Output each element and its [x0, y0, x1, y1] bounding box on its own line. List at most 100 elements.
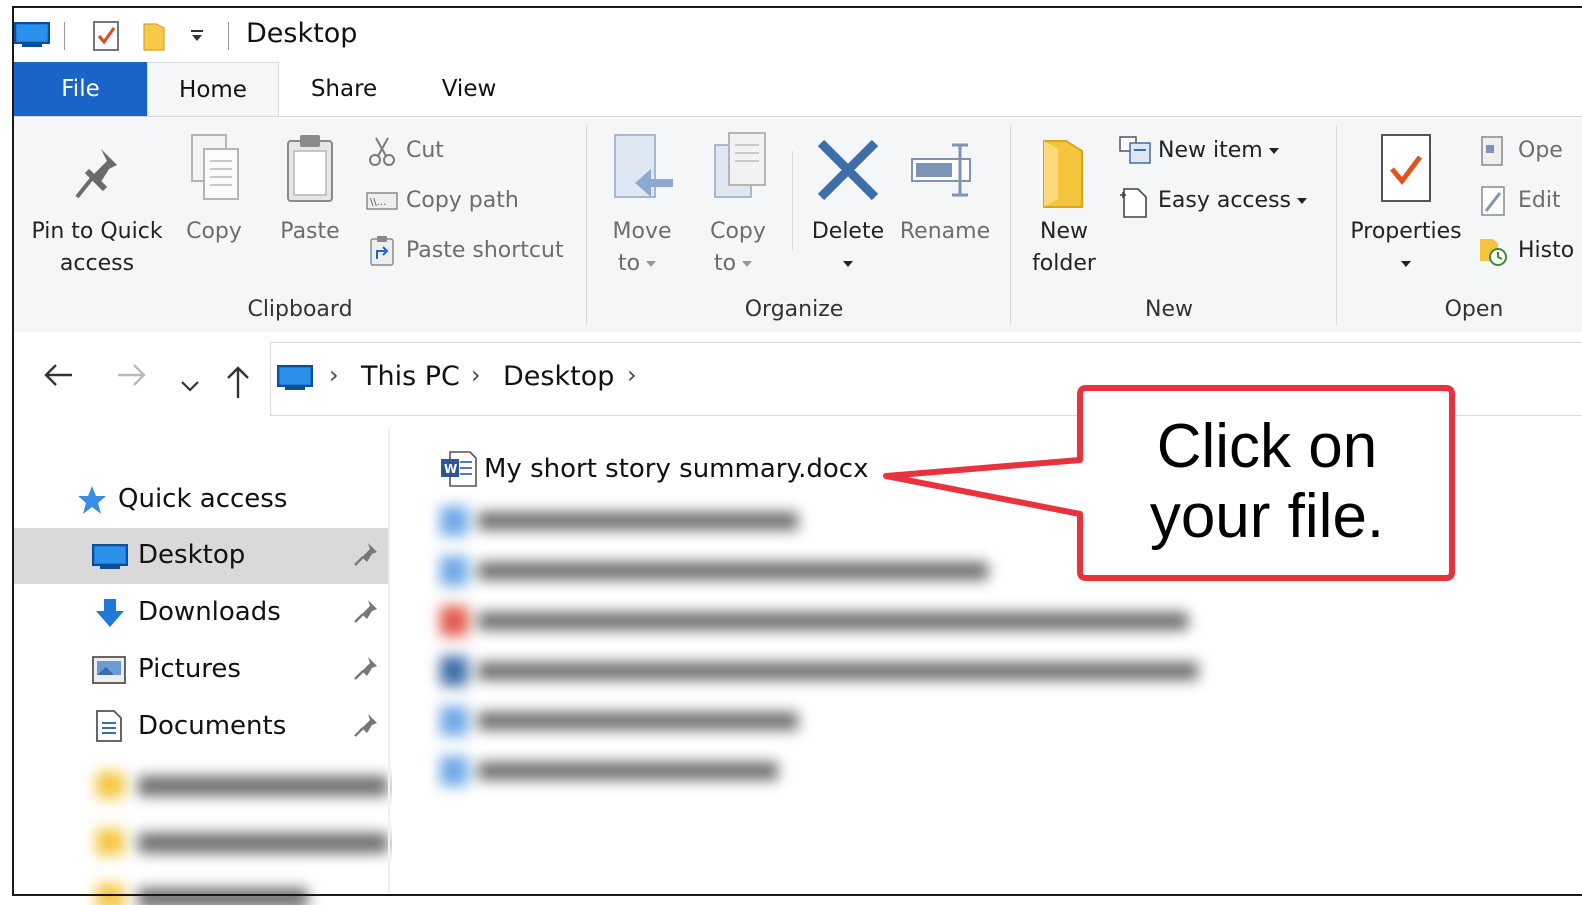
move-to-label-line2: to	[618, 251, 641, 276]
svg-text:\\...: \\...	[370, 197, 386, 208]
breadcrumb-chevron-icon[interactable]: ›	[627, 361, 637, 389]
file-item-blurred[interactable]	[438, 656, 1208, 686]
ribbon-tabs: File Home Share View	[14, 62, 1582, 118]
svg-text:W: W	[444, 462, 457, 476]
sidebar-item-quick-access[interactable]: Quick access	[14, 472, 388, 528]
copy-to-label-line2: to	[714, 251, 737, 276]
properties-label: Properties	[1350, 219, 1462, 244]
sidebar-item-label: Downloads	[138, 597, 281, 627]
file-item-blurred[interactable]	[438, 506, 818, 536]
pin-icon[interactable]	[352, 540, 380, 568]
new-folder-icon[interactable]	[142, 20, 166, 56]
sidebar-item-blurred[interactable]	[14, 758, 388, 814]
tab-file[interactable]: File	[14, 62, 147, 116]
sidebar-item-desktop[interactable]: Desktop	[14, 528, 388, 584]
pin-icon[interactable]	[352, 597, 380, 625]
new-folder-label-line2: folder	[1032, 251, 1096, 276]
new-item-button[interactable]: New item	[1118, 131, 1279, 171]
open-label: Ope	[1518, 138, 1563, 163]
new-folder-label-line1: New	[1040, 219, 1088, 244]
recent-locations-chevron-icon[interactable]	[180, 366, 200, 401]
title-bar: Desktop	[14, 8, 1582, 62]
new-folder-button[interactable]: New folder	[1020, 131, 1108, 280]
file-item[interactable]: W My short story summary.docx	[438, 450, 869, 490]
edit-button[interactable]: Edit	[1478, 181, 1561, 221]
pin-label-line1: Pin to Quick	[31, 219, 163, 244]
edit-label: Edit	[1518, 188, 1561, 213]
desktop-monitor-icon	[92, 544, 128, 574]
pictures-icon	[92, 656, 126, 688]
navigation-pane: Quick access Desktop Downloads Pictures …	[14, 428, 390, 905]
file-item-blurred[interactable]	[438, 756, 788, 786]
copy-to-label-line1: Copy	[710, 219, 766, 244]
pin-icon[interactable]	[352, 654, 380, 682]
copy-button[interactable]: Copy	[176, 131, 252, 248]
properties-check-icon[interactable]	[92, 20, 120, 56]
sidebar-item-label: Documents	[138, 711, 287, 741]
this-pc-monitor-icon	[277, 365, 313, 395]
cut-button[interactable]: Cut	[366, 131, 444, 171]
tab-home[interactable]: Home	[147, 62, 279, 118]
easy-access-label: Easy access	[1158, 188, 1291, 213]
breadcrumb-chevron-icon[interactable]: ›	[471, 361, 481, 389]
easy-access-icon	[1118, 185, 1150, 218]
paste-shortcut-label: Paste shortcut	[406, 238, 564, 263]
copy-to-button[interactable]: Copy to	[700, 131, 776, 280]
easy-access-button[interactable]: Easy access	[1118, 181, 1307, 221]
sidebar-item-downloads[interactable]: Downloads	[14, 585, 388, 641]
sidebar-item-blurred[interactable]	[14, 872, 388, 905]
folder-icon	[1020, 131, 1108, 216]
pin-icon[interactable]	[352, 711, 380, 739]
quick-access-star-icon	[76, 484, 108, 520]
breadcrumb-desktop[interactable]: Desktop	[503, 361, 614, 392]
paste-icon	[274, 131, 346, 216]
properties-button[interactable]: Properties	[1344, 131, 1468, 280]
move-to-button[interactable]: Move to	[600, 131, 684, 280]
delete-label: Delete	[811, 219, 885, 244]
file-item-blurred[interactable]	[438, 606, 1198, 636]
monitor-icon[interactable]	[14, 22, 50, 52]
copy-path-icon: \\...	[366, 185, 398, 217]
properties-icon	[1344, 131, 1468, 216]
paste-button[interactable]: Paste	[274, 131, 346, 248]
customize-qat-dropdown-icon[interactable]	[190, 28, 204, 47]
pin-to-quick-access-button[interactable]: Pin to Quick access	[22, 131, 172, 280]
copy-path-button[interactable]: \\... Copy path	[366, 181, 519, 221]
organize-group-label: Organize	[744, 297, 844, 322]
new-group-label: New	[1145, 297, 1193, 322]
paste-shortcut-icon	[366, 235, 398, 267]
new-item-icon	[1118, 135, 1151, 167]
history-button[interactable]: Histo	[1478, 231, 1574, 271]
tab-share[interactable]: Share	[294, 62, 394, 116]
callout-line-2: your file.	[1149, 482, 1385, 551]
up-arrow-icon[interactable]	[226, 364, 250, 406]
rename-button[interactable]: Rename	[898, 131, 992, 248]
history-icon	[1478, 235, 1510, 267]
copy-to-icon	[700, 131, 776, 216]
sidebar-item-documents[interactable]: Documents	[14, 699, 388, 755]
open-button[interactable]: Ope	[1478, 131, 1563, 171]
move-to-label-line1: Move	[612, 219, 672, 244]
copy-label: Copy	[186, 219, 242, 244]
paste-shortcut-button[interactable]: Paste shortcut	[366, 231, 564, 271]
breadcrumb-chevron-icon[interactable]: ›	[329, 361, 339, 389]
file-item-blurred[interactable]	[438, 706, 808, 736]
back-arrow-icon[interactable]	[42, 360, 74, 395]
pin-label-line2: access	[59, 251, 135, 276]
tab-view[interactable]: View	[424, 62, 514, 116]
window-title: Desktop	[246, 18, 358, 49]
ribbon: Pin to Quick access Copy Paste Cut \\...…	[14, 116, 1582, 333]
forward-arrow-icon[interactable]	[116, 360, 148, 395]
sidebar-item-blurred[interactable]	[14, 815, 388, 871]
delete-button[interactable]: Delete	[808, 131, 888, 280]
pin-icon	[22, 131, 172, 216]
history-label: Histo	[1518, 238, 1575, 263]
callout-line-1: Click on	[1156, 412, 1378, 481]
download-arrow-icon	[94, 597, 126, 633]
new-item-label: New item	[1158, 138, 1263, 163]
copy-icon	[176, 131, 252, 216]
open-group-label: Open	[1444, 297, 1504, 322]
breadcrumb-this-pc[interactable]: This PC	[361, 361, 460, 392]
sidebar-item-pictures[interactable]: Pictures	[14, 642, 388, 698]
sidebar-item-label: Pictures	[138, 654, 241, 684]
